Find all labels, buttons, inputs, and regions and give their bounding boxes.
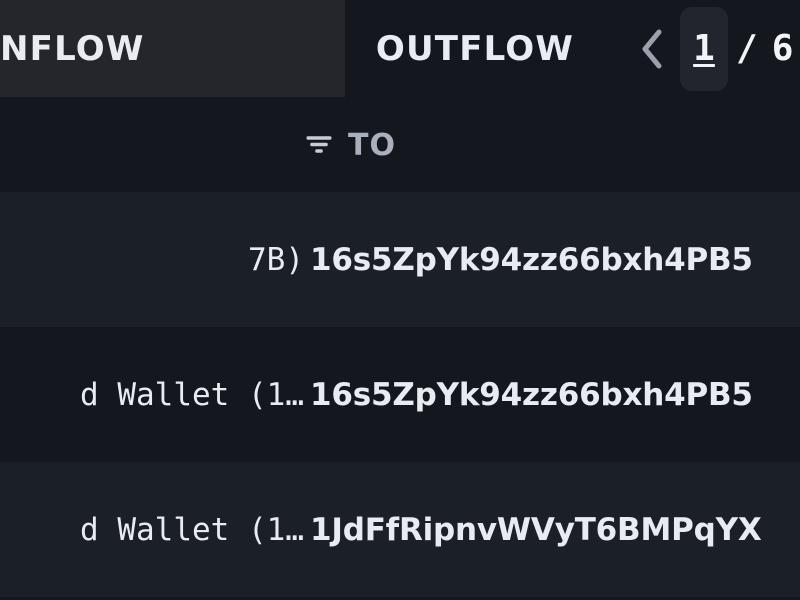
from-address-text: d Wallet (1… (80, 511, 304, 548)
to-address-text: 1JdFfRipnvWVyT6BMPqYX (310, 511, 762, 548)
cell-to: 16s5ZpYk94zz66bxh4PB5 (310, 327, 800, 462)
chevron-left-icon (642, 29, 662, 68)
table-row[interactable]: d Wallet (1… 1JdFfRipnvWVyT6BMPqYX (0, 462, 800, 597)
table-row[interactable]: d Wallet (1… 16s5ZpYk94zz66bxh4PB5 (0, 327, 800, 462)
column-header-to-label: TO (348, 127, 396, 163)
filter-icon[interactable] (304, 130, 334, 160)
transactions-panel: NFLOW OUTFLOW 1 / 6 TO 7B) 16s5ZpYk94zz6… (0, 0, 800, 600)
tab-inflow[interactable]: NFLOW (0, 0, 345, 97)
page-number-value: 1 (693, 28, 715, 69)
cell-to: 1JdFfRipnvWVyT6BMPqYX (310, 462, 800, 597)
table-header-row: TO (0, 98, 800, 192)
previous-page-button[interactable] (630, 20, 674, 78)
flow-tab-bar: NFLOW OUTFLOW 1 / 6 (0, 0, 800, 98)
from-address-text: d Wallet (1… (80, 376, 304, 413)
tab-outflow-label: OUTFLOW (375, 28, 575, 69)
tab-outflow[interactable]: OUTFLOW (345, 0, 645, 97)
to-address-text: 16s5ZpYk94zz66bxh4PB5 (310, 376, 753, 413)
from-address-text: 7B) (248, 241, 304, 278)
total-pages-label: 6 (771, 28, 794, 69)
transactions-table: TO 7B) 16s5ZpYk94zz66bxh4PB5 d Wallet (1… (0, 98, 800, 600)
tab-inflow-label: NFLOW (0, 28, 145, 69)
pagination-control: 1 / 6 (630, 0, 793, 97)
cell-from: d Wallet (1… (0, 327, 304, 462)
cell-from: d Wallet (1… (0, 462, 304, 597)
to-address-text: 16s5ZpYk94zz66bxh4PB5 (310, 241, 753, 278)
page-separator: / (736, 28, 758, 69)
column-header-to[interactable]: TO (304, 98, 396, 192)
cell-from: 7B) (0, 192, 304, 327)
page-number-input[interactable]: 1 (680, 6, 728, 91)
table-row[interactable]: 7B) 16s5ZpYk94zz66bxh4PB5 (0, 192, 800, 327)
cell-to: 16s5ZpYk94zz66bxh4PB5 (310, 192, 800, 327)
